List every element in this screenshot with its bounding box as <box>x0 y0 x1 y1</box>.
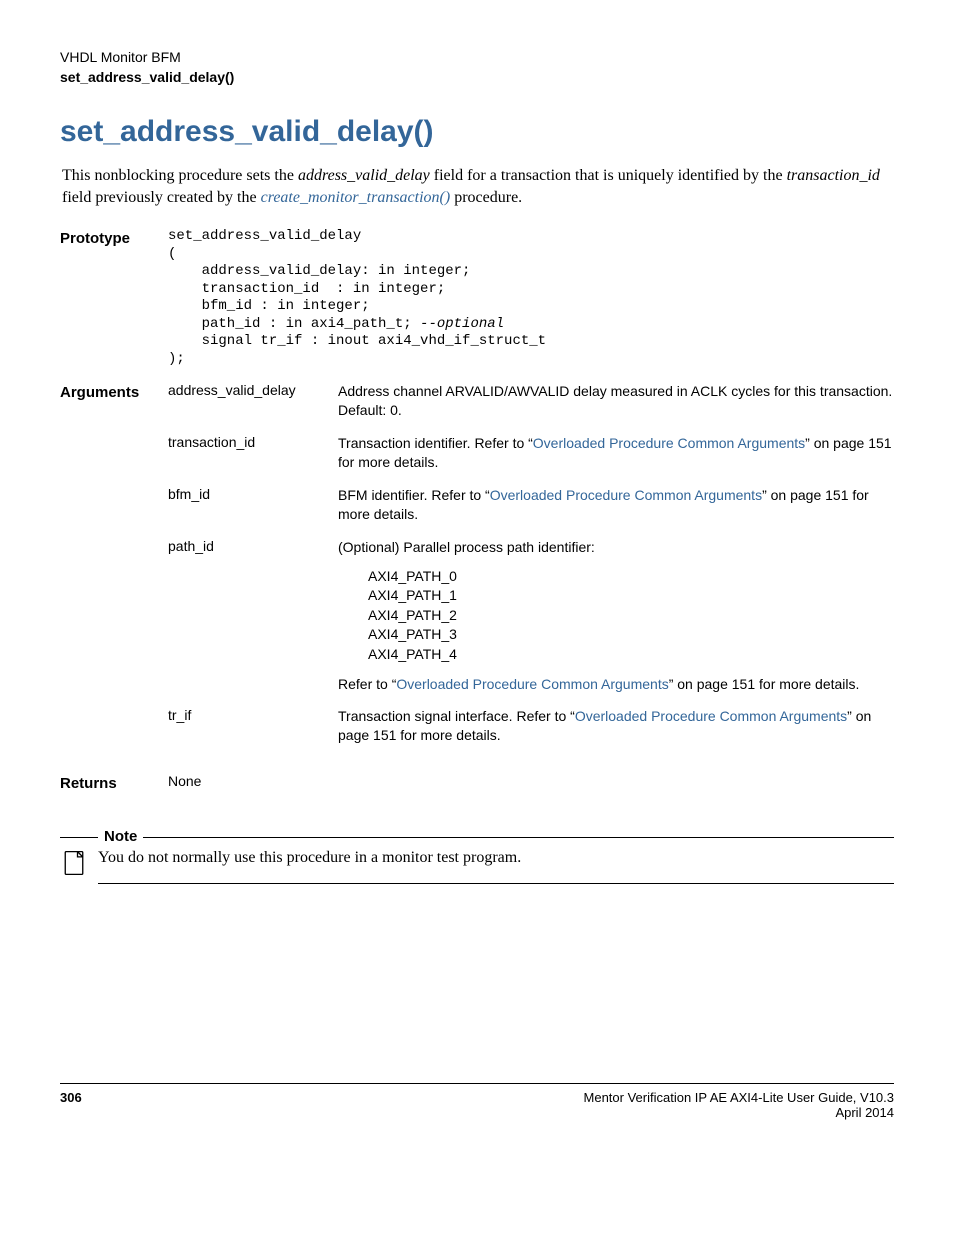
page-title: set_address_valid_delay() <box>60 115 894 149</box>
arg-name: tr_if <box>168 707 338 759</box>
arg-row: path_id (Optional) Parallel process path… <box>168 538 894 708</box>
label-prototype: Prototype <box>60 228 168 382</box>
label-returns: Returns <box>60 773 168 804</box>
link-overloaded-args[interactable]: Overloaded Procedure Common Arguments <box>396 676 668 692</box>
link-overloaded-args[interactable]: Overloaded Procedure Common Arguments <box>533 435 805 451</box>
note-rule <box>143 837 894 838</box>
arg-desc: (Optional) Parallel process path identif… <box>338 538 894 708</box>
footer-right: Mentor Verification IP AE AXI4-Lite User… <box>584 1090 894 1120</box>
arguments-content: address_valid_delay Address channel ARVA… <box>168 382 894 773</box>
path-id-list: AXI4_PATH_0 AXI4_PATH_1 AXI4_PATH_2 AXI4… <box>368 567 894 665</box>
label-arguments: Arguments <box>60 382 168 773</box>
arg-name: transaction_id <box>168 434 338 486</box>
header-chapter: VHDL Monitor BFM <box>60 48 894 68</box>
page-footer: 306 Mentor Verification IP AE AXI4-Lite … <box>60 1083 894 1120</box>
arg-row: bfm_id BFM identifier. Refer to “Overloa… <box>168 486 894 538</box>
note-rule <box>98 883 894 884</box>
arg-desc: BFM identifier. Refer to “Overloaded Pro… <box>338 486 894 538</box>
note-label: Note <box>104 828 137 845</box>
arg-row: address_valid_delay Address channel ARVA… <box>168 382 894 434</box>
definition-list: Prototype set_address_valid_delay ( addr… <box>60 228 894 804</box>
arg-name: address_valid_delay <box>168 382 338 434</box>
arg-row: tr_if Transaction signal interface. Refe… <box>168 707 894 759</box>
running-header: VHDL Monitor BFM set_address_valid_delay… <box>60 48 894 87</box>
prototype-code: set_address_valid_delay ( address_valid_… <box>168 228 894 368</box>
arg-name: bfm_id <box>168 486 338 538</box>
prototype-content: set_address_valid_delay ( address_valid_… <box>168 228 894 382</box>
note-text: You do not normally use this procedure i… <box>98 845 894 867</box>
returns-content: None <box>168 773 894 804</box>
link-create-monitor-transaction[interactable]: create_monitor_transaction() <box>261 189 451 206</box>
arg-row: transaction_id Transaction identifier. R… <box>168 434 894 486</box>
note-rule <box>60 837 98 838</box>
arg-desc: Transaction signal interface. Refer to “… <box>338 707 894 759</box>
page-number: 306 <box>60 1090 82 1120</box>
arg-desc: Transaction identifier. Refer to “Overlo… <box>338 434 894 486</box>
intro-paragraph: This nonblocking procedure sets the addr… <box>60 165 894 208</box>
header-section: set_address_valid_delay() <box>60 68 894 88</box>
page: VHDL Monitor BFM set_address_valid_delay… <box>0 0 954 1150</box>
arg-desc: Address channel ARVALID/AWVALID delay me… <box>338 382 894 434</box>
arg-name: path_id <box>168 538 338 708</box>
note-icon <box>60 849 88 877</box>
note-block: Note You do not normally use this proced… <box>60 828 894 884</box>
link-overloaded-args[interactable]: Overloaded Procedure Common Arguments <box>575 708 847 724</box>
link-overloaded-args[interactable]: Overloaded Procedure Common Arguments <box>490 487 762 503</box>
